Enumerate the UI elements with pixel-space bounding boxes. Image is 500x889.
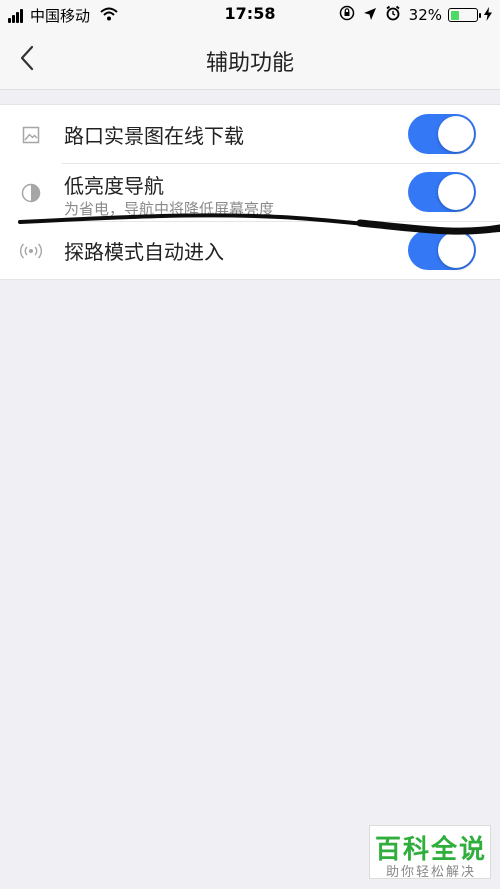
watermark-tagline: 助你轻松解决 (385, 865, 476, 880)
setting-title: 探路模式自动进入 (64, 240, 224, 264)
setting-row-junction-image-download[interactable]: 路口实景图在线下载 (0, 105, 500, 163)
setting-subtitle: 为省电，导航中将降低屏幕亮度 (64, 200, 275, 218)
setting-title: 低亮度导航 (64, 174, 164, 198)
page-title: 辅助功能 (205, 51, 294, 76)
battery-percent: 32% (408, 6, 442, 24)
battery-icon (448, 8, 481, 22)
contrast-icon (20, 182, 42, 204)
toggle-knob (438, 116, 474, 152)
battery-level-fill (450, 10, 459, 20)
toggle-knob (438, 232, 474, 268)
image-icon (20, 124, 42, 146)
setting-title: 路口实景图在线下载 (64, 124, 244, 148)
settings-list: 路口实景图在线下载 低亮度导航 为省电，导航中将降低屏幕亮度 探路模式自动进入 (0, 104, 500, 280)
setting-row-explore-mode-auto[interactable]: 探路模式自动进入 (0, 221, 500, 279)
orientation-lock-icon (339, 5, 355, 25)
status-bar: 中国移动 17:58 32% (0, 0, 500, 30)
location-arrow-icon (363, 6, 377, 25)
charging-bolt-icon (484, 6, 492, 25)
watermark-logo: 百科全说 助你轻松解决 (369, 825, 491, 880)
explore-mode-toggle[interactable] (408, 230, 476, 270)
setting-row-low-brightness-navigation[interactable]: 低亮度导航 为省电，导航中将降低屏幕亮度 (0, 163, 500, 221)
toggle-knob (438, 174, 474, 210)
junction-image-toggle[interactable] (408, 114, 476, 154)
alarm-icon (385, 5, 401, 25)
status-right: 32% (331, 5, 492, 25)
navigation-bar: 辅助功能 (0, 30, 500, 90)
broadcast-icon (20, 240, 42, 262)
low-brightness-toggle[interactable] (408, 172, 476, 212)
